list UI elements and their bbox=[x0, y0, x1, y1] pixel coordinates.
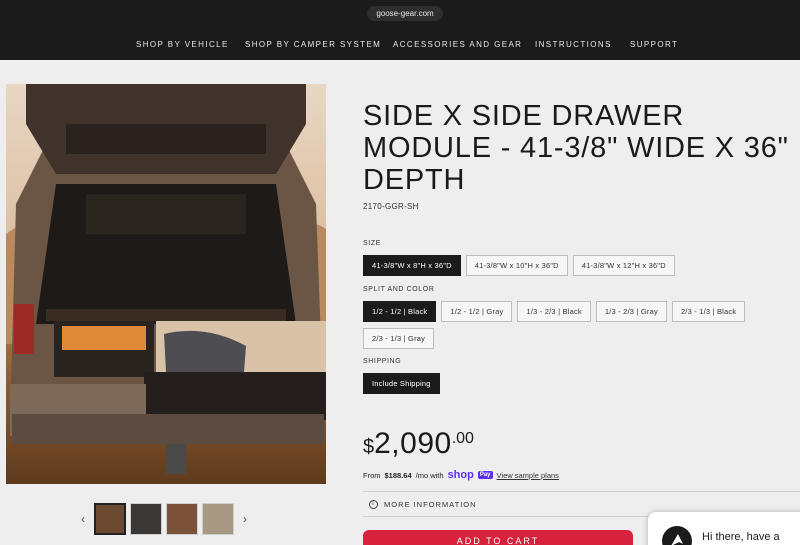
split-option-third-gray[interactable]: 1/3 - 2/3 | Gray bbox=[595, 301, 667, 322]
info-icon: i bbox=[369, 499, 378, 509]
financing-line: From $188.64 /mo with shop Pay View sampl… bbox=[363, 469, 559, 481]
chat-avatar bbox=[662, 526, 692, 545]
size-option-12h[interactable]: 41-3/8"W x 12"H x 36"D bbox=[572, 255, 675, 276]
price-amount: 2,090 bbox=[374, 427, 452, 460]
shipping-options: Include Shipping bbox=[363, 373, 800, 394]
shipping-option-include[interactable]: Include Shipping bbox=[363, 373, 440, 394]
price-cents: .00 bbox=[451, 430, 474, 447]
size-label: SIZE bbox=[363, 240, 381, 247]
split-color-label: SPLIT AND COLOR bbox=[363, 286, 435, 293]
nav-shop-by-camper-system[interactable]: SHOP BY CAMPER SYSTEM bbox=[245, 40, 381, 49]
next-arrow-icon[interactable]: › bbox=[238, 512, 252, 526]
nav-accessories-and-gear[interactable]: ACCESSORIES AND GEAR bbox=[393, 40, 522, 49]
shop-pay-badge: Pay bbox=[477, 471, 493, 479]
url-bar[interactable]: goose-gear.com bbox=[367, 6, 443, 21]
product-price: $2,090.00 bbox=[363, 427, 474, 461]
size-option-10h[interactable]: 41-3/8"W x 10"H x 36"D bbox=[465, 255, 568, 276]
size-options: 41-3/8"W x 8"H x 36"D 41-3/8"W x 10"H x … bbox=[363, 255, 800, 276]
split-option-twothird-black[interactable]: 2/3 - 1/3 | Black bbox=[671, 301, 746, 322]
nav-instructions[interactable]: INSTRUCTIONS bbox=[535, 40, 612, 49]
view-sample-plans-link[interactable]: View sample plans bbox=[497, 471, 559, 480]
shop-pay-logo: shop bbox=[447, 469, 474, 481]
thumbnail-1[interactable] bbox=[94, 503, 126, 535]
shipping-label: SHIPPING bbox=[363, 358, 402, 365]
thumbnail-strip: ‹ › bbox=[76, 499, 252, 539]
split-option-third-black[interactable]: 1/3 - 2/3 | Black bbox=[517, 301, 591, 322]
add-to-cart-button[interactable]: ADD TO CART bbox=[363, 530, 633, 545]
size-option-8h[interactable]: 41-3/8"W x 8"H x 36"D bbox=[363, 255, 461, 276]
finance-suffix: /mo with bbox=[415, 470, 444, 480]
split-option-half-black[interactable]: 1/2 - 1/2 | Black bbox=[363, 301, 437, 322]
thumbnail-2[interactable] bbox=[130, 503, 162, 535]
nav-shop-by-vehicle[interactable]: SHOP BY VEHICLE bbox=[136, 40, 229, 49]
product-photo bbox=[6, 84, 326, 484]
split-option-twothird-gray[interactable]: 2/3 - 1/3 | Gray bbox=[363, 328, 435, 349]
chat-greeting: Hi there, have a bbox=[702, 531, 780, 543]
price-currency: $ bbox=[363, 436, 375, 458]
finance-amount: $188.64 bbox=[384, 470, 412, 480]
prev-arrow-icon[interactable]: ‹ bbox=[76, 512, 90, 526]
product-image[interactable] bbox=[6, 84, 326, 484]
site-header: goose-gear.com SHOP BY VEHICLE SHOP BY C… bbox=[0, 0, 800, 60]
split-color-options: 1/2 - 1/2 | Black 1/2 - 1/2 | Gray 1/3 -… bbox=[363, 301, 800, 349]
finance-prefix: From bbox=[363, 470, 381, 480]
more-information-label: MORE INFORMATION bbox=[384, 499, 477, 509]
product-title: SIDE X SIDE DRAWER MODULE - 41-3/8" WIDE… bbox=[363, 100, 789, 196]
nav-support[interactable]: SUPPORT bbox=[630, 40, 678, 49]
thumbnail-4[interactable] bbox=[202, 503, 234, 535]
thumbnail-3[interactable] bbox=[166, 503, 198, 535]
chat-widget[interactable]: Hi there, have a bbox=[648, 512, 800, 545]
product-sku: 2170-GGR-SH bbox=[363, 202, 419, 211]
goose-logo-icon bbox=[671, 534, 683, 545]
split-option-half-gray[interactable]: 1/2 - 1/2 | Gray bbox=[441, 301, 513, 322]
